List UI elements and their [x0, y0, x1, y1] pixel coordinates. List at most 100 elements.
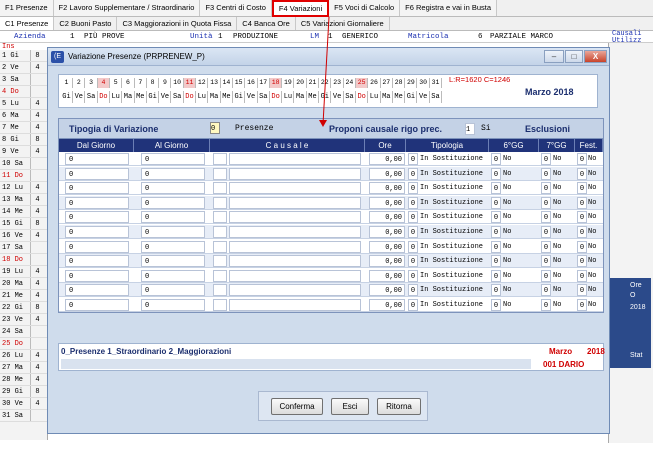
day-row[interactable]: 18 Do: [0, 254, 47, 266]
esclusione-fest-code[interactable]: 0: [577, 226, 587, 238]
calendar-day-number[interactable]: 19: [282, 78, 295, 88]
ore-input[interactable]: 0,00: [369, 153, 405, 165]
day-row[interactable]: 15 Gi 8: [0, 218, 47, 230]
day-row[interactable]: 27 Ma 4: [0, 362, 47, 374]
day-row[interactable]: 31 Sa: [0, 410, 47, 422]
calendar-day-number[interactable]: 5: [110, 78, 123, 88]
al-giorno-input[interactable]: 0: [141, 226, 205, 238]
calendar-day-number[interactable]: 27: [381, 78, 393, 88]
day-row[interactable]: 17 Sa: [0, 242, 47, 254]
dal-giorno-input[interactable]: 0: [65, 269, 129, 282]
subtab-c5[interactable]: C5 Variazioni Giornaliere: [296, 17, 390, 30]
esclusione-6gg-code[interactable]: 0: [491, 153, 501, 165]
esci-button[interactable]: Esci: [331, 398, 369, 415]
day-row[interactable]: 7 Me 4: [0, 122, 47, 134]
tipologia-code-input[interactable]: 0: [408, 299, 418, 311]
causale-code-input[interactable]: [213, 211, 227, 224]
esclusione-7gg-code[interactable]: 0: [541, 153, 551, 165]
dal-giorno-input[interactable]: 0: [65, 226, 129, 238]
causale-input[interactable]: [229, 196, 361, 209]
causale-input[interactable]: [229, 284, 361, 297]
day-row[interactable]: 16 Ve 4: [0, 230, 47, 242]
calendar-day-number[interactable]: 2: [73, 78, 86, 88]
subtab-c4[interactable]: C4 Banca Ore: [237, 17, 296, 30]
al-giorno-input[interactable]: 0: [141, 240, 205, 253]
calendar-day-number[interactable]: 9: [159, 78, 172, 88]
ore-input[interactable]: 0,00: [369, 226, 405, 238]
esclusione-6gg-code[interactable]: 0: [491, 240, 501, 253]
day-row[interactable]: 10 Sa: [0, 158, 47, 170]
dal-giorno-input[interactable]: 0: [65, 240, 129, 253]
esclusione-6gg-code[interactable]: 0: [491, 255, 501, 268]
day-row[interactable]: 30 Ve 4: [0, 398, 47, 410]
calendar-day-number[interactable]: 18: [270, 78, 283, 88]
esclusione-fest-code[interactable]: 0: [577, 196, 587, 209]
day-row[interactable]: 23 Ve 4: [0, 314, 47, 326]
calendar-day-number[interactable]: 16: [246, 78, 258, 88]
al-giorno-input[interactable]: 0: [141, 284, 205, 297]
calendar-day-number[interactable]: 25: [356, 78, 369, 88]
causale-code-input[interactable]: [213, 240, 227, 253]
esclusione-6gg-code[interactable]: 0: [491, 269, 501, 282]
calendar-day-number[interactable]: 14: [221, 78, 233, 88]
conferma-button[interactable]: Conferma: [271, 398, 323, 415]
maximize-icon[interactable]: □: [565, 50, 583, 63]
dal-giorno-input[interactable]: 0: [65, 196, 129, 209]
ritorna-button[interactable]: Ritorna: [377, 398, 421, 415]
day-row[interactable]: 12 Lu 4: [0, 182, 47, 194]
tab-f5[interactable]: F5 Voci di Calcolo: [329, 0, 401, 16]
causale-code-input[interactable]: [213, 226, 227, 238]
esclusione-fest-code[interactable]: 0: [577, 167, 587, 180]
calendar-day-number[interactable]: 26: [369, 78, 381, 88]
al-giorno-input[interactable]: 0: [141, 153, 205, 165]
day-row[interactable]: 8 Gi 8: [0, 134, 47, 146]
day-row[interactable]: 24 Sa: [0, 326, 47, 338]
calendar-day-number[interactable]: 24: [344, 78, 356, 88]
calendar-day-number[interactable]: 31: [430, 78, 442, 88]
dal-giorno-input[interactable]: 0: [65, 153, 129, 165]
esclusione-fest-code[interactable]: 0: [577, 255, 587, 268]
tipologia-code-input[interactable]: 0: [408, 211, 418, 224]
tipologia-code-input[interactable]: 0: [210, 122, 220, 134]
esclusione-7gg-code[interactable]: 0: [541, 196, 551, 209]
esclusione-fest-code[interactable]: 0: [577, 153, 587, 165]
causale-code-input[interactable]: [213, 299, 227, 311]
subtab-c1[interactable]: C1 Presenze: [0, 17, 55, 30]
esclusione-7gg-code[interactable]: 0: [541, 182, 551, 195]
tab-f4[interactable]: F4 Variazioni: [271, 0, 330, 17]
esclusione-6gg-code[interactable]: 0: [491, 196, 501, 209]
dal-giorno-input[interactable]: 0: [65, 211, 129, 224]
esclusione-6gg-code[interactable]: 0: [491, 284, 501, 297]
causale-code-input[interactable]: [213, 196, 227, 209]
esclusione-7gg-code[interactable]: 0: [541, 269, 551, 282]
causale-input[interactable]: [229, 269, 361, 282]
al-giorno-input[interactable]: 0: [141, 167, 205, 180]
calendar-day-number[interactable]: 8: [147, 78, 160, 88]
esclusione-fest-code[interactable]: 0: [577, 269, 587, 282]
causale-input[interactable]: [229, 153, 361, 165]
day-row[interactable]: 3 Sa: [0, 74, 47, 86]
tipologia-code-input[interactable]: 0: [408, 182, 418, 195]
day-row[interactable]: 5 Lu 4: [0, 98, 47, 110]
esclusione-6gg-code[interactable]: 0: [491, 226, 501, 238]
day-row[interactable]: 25 Do: [0, 338, 47, 350]
tipologia-code-input[interactable]: 0: [408, 196, 418, 209]
tab-f2[interactable]: F2 Lavoro Supplementare / Straordinario: [53, 0, 201, 16]
ore-input[interactable]: 0,00: [369, 167, 405, 180]
calendar-day-number[interactable]: 28: [393, 78, 406, 88]
dal-giorno-input[interactable]: 0: [65, 182, 129, 195]
causale-input[interactable]: [229, 211, 361, 224]
calendar-day-number[interactable]: 13: [209, 78, 221, 88]
minimize-icon[interactable]: –: [544, 50, 564, 63]
calendar-day-number[interactable]: 23: [332, 78, 344, 88]
ore-input[interactable]: 0,00: [369, 269, 405, 282]
day-row[interactable]: 21 Me 4: [0, 290, 47, 302]
ore-input[interactable]: 0,00: [369, 196, 405, 209]
dal-giorno-input[interactable]: 0: [65, 284, 129, 297]
tipologia-code-input[interactable]: 0: [408, 240, 418, 253]
al-giorno-input[interactable]: 0: [141, 182, 205, 195]
esclusione-7gg-code[interactable]: 0: [541, 211, 551, 224]
esclusione-6gg-code[interactable]: 0: [491, 167, 501, 180]
esclusione-7gg-code[interactable]: 0: [541, 255, 551, 268]
esclusione-fest-code[interactable]: 0: [577, 240, 587, 253]
